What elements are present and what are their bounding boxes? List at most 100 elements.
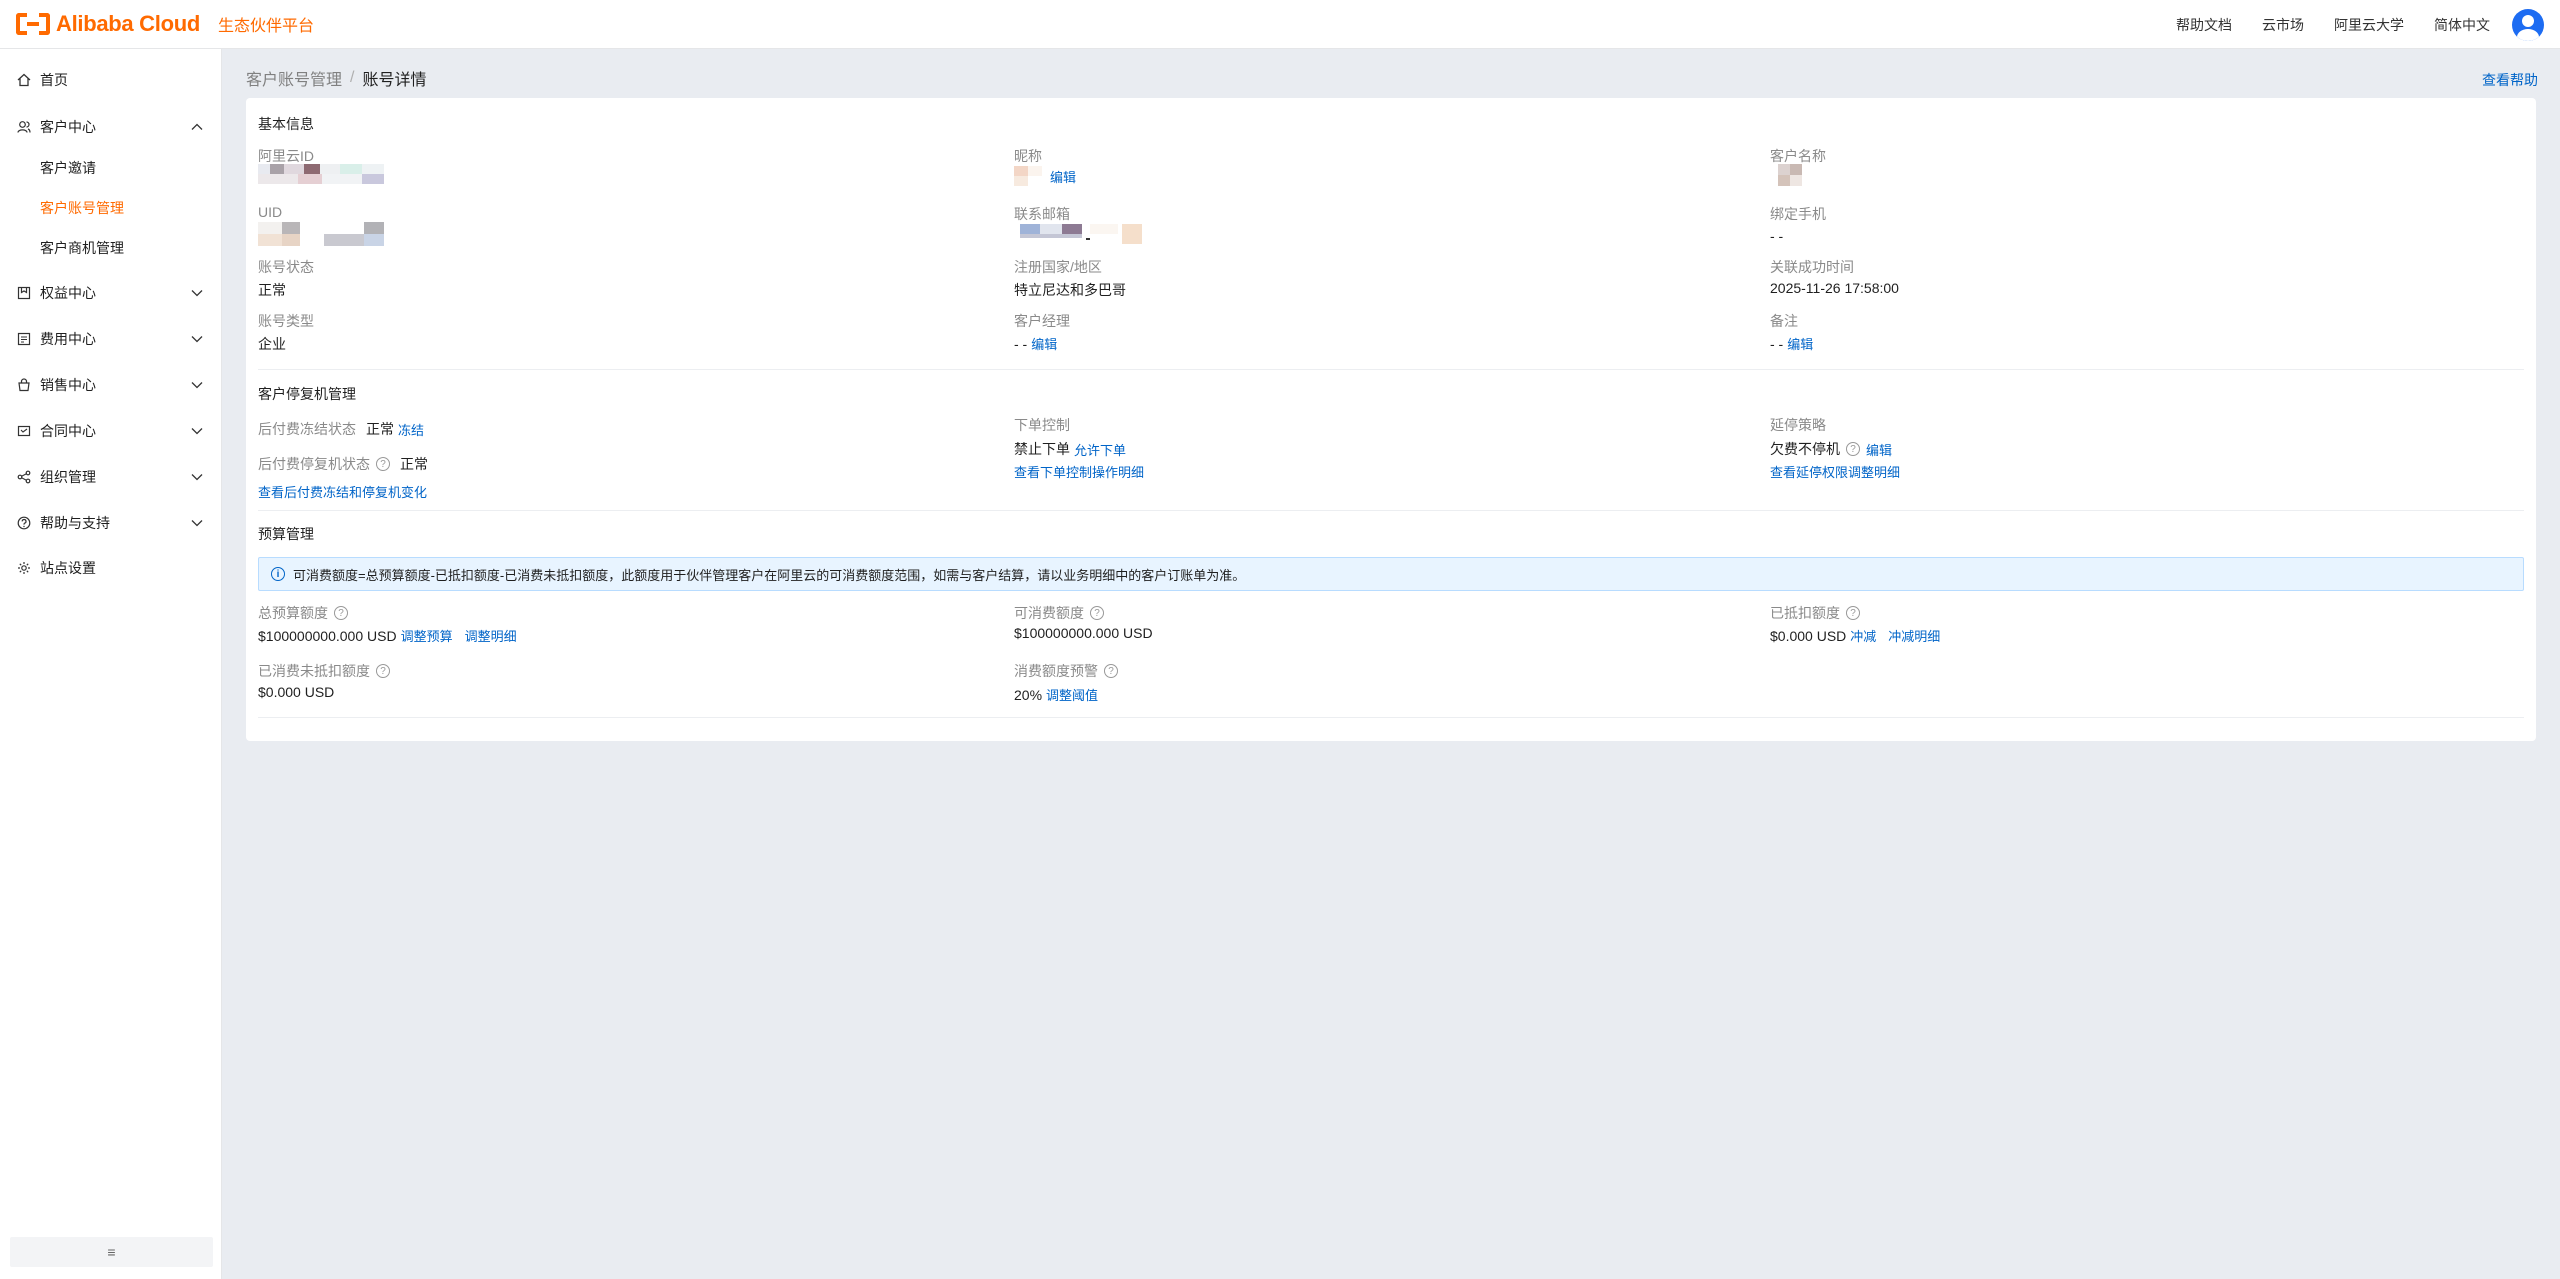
sidebar-item-billing-center[interactable]: 费用中心: [0, 324, 222, 354]
sidebar-collapse-button[interactable]: ≡: [10, 1237, 213, 1267]
sidebar-item-help-support[interactable]: 帮助与支持: [0, 508, 222, 538]
sidebar: 首页 客户中心 客户邀请 客户账号管理 客户商机管理 权益中心 费用中心 销售中…: [0, 49, 222, 1279]
breadcrumb-parent[interactable]: 客户账号管理: [246, 66, 342, 90]
delay-strategy-value: 欠费不停机 ? 编辑: [1770, 439, 1892, 459]
chevron-down-icon: [191, 520, 203, 527]
freeze-history-link[interactable]: 查看后付费冻结和停复机变化: [258, 482, 427, 501]
order-control-detail-link[interactable]: 查看下单控制操作明细: [1014, 462, 1144, 481]
section-divider: [258, 717, 2524, 718]
adjust-threshold-link[interactable]: 调整阈值: [1046, 685, 1098, 704]
remark-edit-link[interactable]: 编辑: [1787, 334, 1813, 353]
marketplace-link[interactable]: 云市场: [2262, 15, 2304, 35]
language-switch[interactable]: 简体中文: [2434, 15, 2490, 35]
manager-value: - - 编辑: [1014, 334, 1057, 353]
total-budget-value-row: $100000000.000 USD 调整预算 调整明细: [258, 626, 517, 645]
sidebar-subitem-customer-opportunity[interactable]: 客户商机管理: [40, 236, 124, 260]
postpaid-resume-label: 后付费停复机状态: [258, 456, 370, 472]
chevron-down-icon: [191, 474, 203, 481]
chevron-down-icon: [191, 290, 203, 297]
question-circle-icon[interactable]: ?: [376, 664, 390, 678]
sidebar-item-label: 合同中心: [40, 423, 96, 439]
question-circle-icon[interactable]: ?: [1090, 606, 1104, 620]
help-docs-link[interactable]: 帮助文档: [2176, 15, 2232, 35]
uid-value-redacted: [258, 222, 384, 246]
remark-value: - - 编辑: [1770, 334, 1813, 353]
linked-time-label: 关联成功时间: [1770, 259, 1854, 275]
offset-link[interactable]: 冲减: [1850, 626, 1876, 645]
alert-value-row: 20% 调整阈值: [1014, 685, 1098, 704]
allow-order-link[interactable]: 允许下单: [1074, 440, 1126, 459]
sidebar-item-label: 权益中心: [40, 285, 96, 301]
linked-time-value: 2025-11-26 17:58:00: [1770, 280, 1899, 296]
delay-strategy-label: 延停策略: [1770, 417, 1826, 433]
sidebar-item-customer-center[interactable]: 客户中心: [0, 112, 222, 142]
alibaba-cloud-logo[interactable]: Alibaba Cloud 生态伙伴平台: [16, 11, 314, 37]
question-circle-icon[interactable]: ?: [1846, 606, 1860, 620]
question-circle-icon[interactable]: ?: [334, 606, 348, 620]
question-circle-icon[interactable]: ?: [1104, 664, 1118, 678]
budget-notice: i 可消费额度=总预算额度-已抵扣额度-已消费未抵扣额度，此额度用于伙伴管理客户…: [258, 557, 2524, 591]
sidebar-item-benefit-center[interactable]: 权益中心: [0, 278, 222, 308]
manager-edit-link[interactable]: 编辑: [1031, 334, 1057, 353]
postpaid-freeze-row: 后付费冻结状态 正常 冻结: [258, 419, 424, 439]
adjust-detail-link[interactable]: 调整明细: [465, 626, 517, 645]
total-budget-label-row: 总预算额度 ?: [258, 603, 348, 623]
top-links: 帮助文档 云市场 阿里云大学 简体中文: [2176, 0, 2490, 49]
contract-icon: [16, 423, 32, 439]
suspension-title: 客户停复机管理: [258, 386, 356, 402]
total-budget-label: 总预算额度: [258, 605, 328, 621]
breadcrumb-current: 账号详情: [362, 72, 427, 89]
adjust-budget-link[interactable]: 调整预算: [401, 626, 453, 645]
sidebar-item-contract-center[interactable]: 合同中心: [0, 416, 222, 446]
account-status-label: 账号状态: [258, 259, 314, 275]
customer-name-label: 客户名称: [1770, 148, 1826, 164]
order-detail-row: 查看下单控制操作明细: [1014, 462, 1144, 481]
sidebar-subitem-customer-invite[interactable]: 客户邀请: [40, 156, 96, 180]
logo-icon: [16, 13, 50, 35]
benefit-icon: [16, 285, 32, 301]
sidebar-item-organization[interactable]: 组织管理: [0, 462, 222, 492]
sidebar-item-label: 站点设置: [40, 560, 96, 576]
freeze-link[interactable]: 冻结: [398, 420, 424, 439]
nickname-label: 昵称: [1014, 148, 1042, 164]
country-label: 注册国家/地区: [1014, 259, 1102, 275]
sidebar-subitem-customer-account[interactable]: 客户账号管理: [40, 196, 124, 220]
sidebar-item-site-settings[interactable]: 站点设置: [0, 553, 222, 583]
alert-label: 消费额度预警: [1014, 663, 1098, 679]
aliyun-university-link[interactable]: 阿里云大学: [2334, 15, 2404, 35]
breadcrumb-separator: /: [350, 69, 355, 86]
delay-permission-detail-link[interactable]: 查看延停权限调整明细: [1770, 462, 1900, 481]
info-circle-icon: i: [271, 567, 285, 581]
alert-value: 20%: [1014, 686, 1043, 703]
deducted-value: $0.000 USD: [1770, 627, 1847, 644]
sidebar-item-label: 销售中心: [40, 377, 96, 393]
sidebar-item-home[interactable]: 首页: [0, 65, 222, 95]
postpaid-freeze-value: 正常: [366, 421, 394, 437]
sidebar-item-sales-center[interactable]: 销售中心: [0, 370, 222, 400]
customer-icon: [16, 119, 32, 135]
breadcrumb: 客户账号管理 / 账号详情: [246, 66, 426, 90]
aliyun-id-label: 阿里云ID: [258, 148, 314, 164]
nickname-value: 编辑: [1014, 166, 1076, 186]
user-avatar-icon[interactable]: [2512, 9, 2544, 41]
uid-label: UID: [258, 204, 283, 220]
question-circle-icon[interactable]: ?: [1846, 442, 1860, 456]
email-label: 联系邮箱: [1014, 206, 1070, 222]
delay-strategy-value-text: 欠费不停机: [1770, 441, 1840, 457]
available-label: 可消费额度: [1014, 605, 1084, 621]
help-icon: [16, 515, 32, 531]
manager-label: 客户经理: [1014, 313, 1070, 329]
chevron-up-icon: [191, 123, 203, 130]
deducted-value-row: $0.000 USD 冲减 冲减明细: [1770, 626, 1940, 645]
offset-detail-link[interactable]: 冲减明细: [1888, 626, 1940, 645]
deducted-label: 已抵扣额度: [1770, 605, 1840, 621]
customer-name-value-redacted: [1770, 164, 1804, 186]
home-icon: [16, 72, 32, 88]
sidebar-item-label: 帮助与支持: [40, 515, 110, 531]
question-circle-icon[interactable]: ?: [376, 457, 390, 471]
postpaid-resume-value: 正常: [400, 456, 428, 472]
view-help-link[interactable]: 查看帮助: [2482, 70, 2538, 90]
account-detail-card: 基本信息 阿里云ID 昵称 编辑 客户名称 UID 联系邮箱 绑定手机 - - …: [246, 98, 2536, 741]
chevron-down-icon: [191, 336, 203, 343]
delay-strategy-edit-link[interactable]: 编辑: [1866, 440, 1892, 459]
